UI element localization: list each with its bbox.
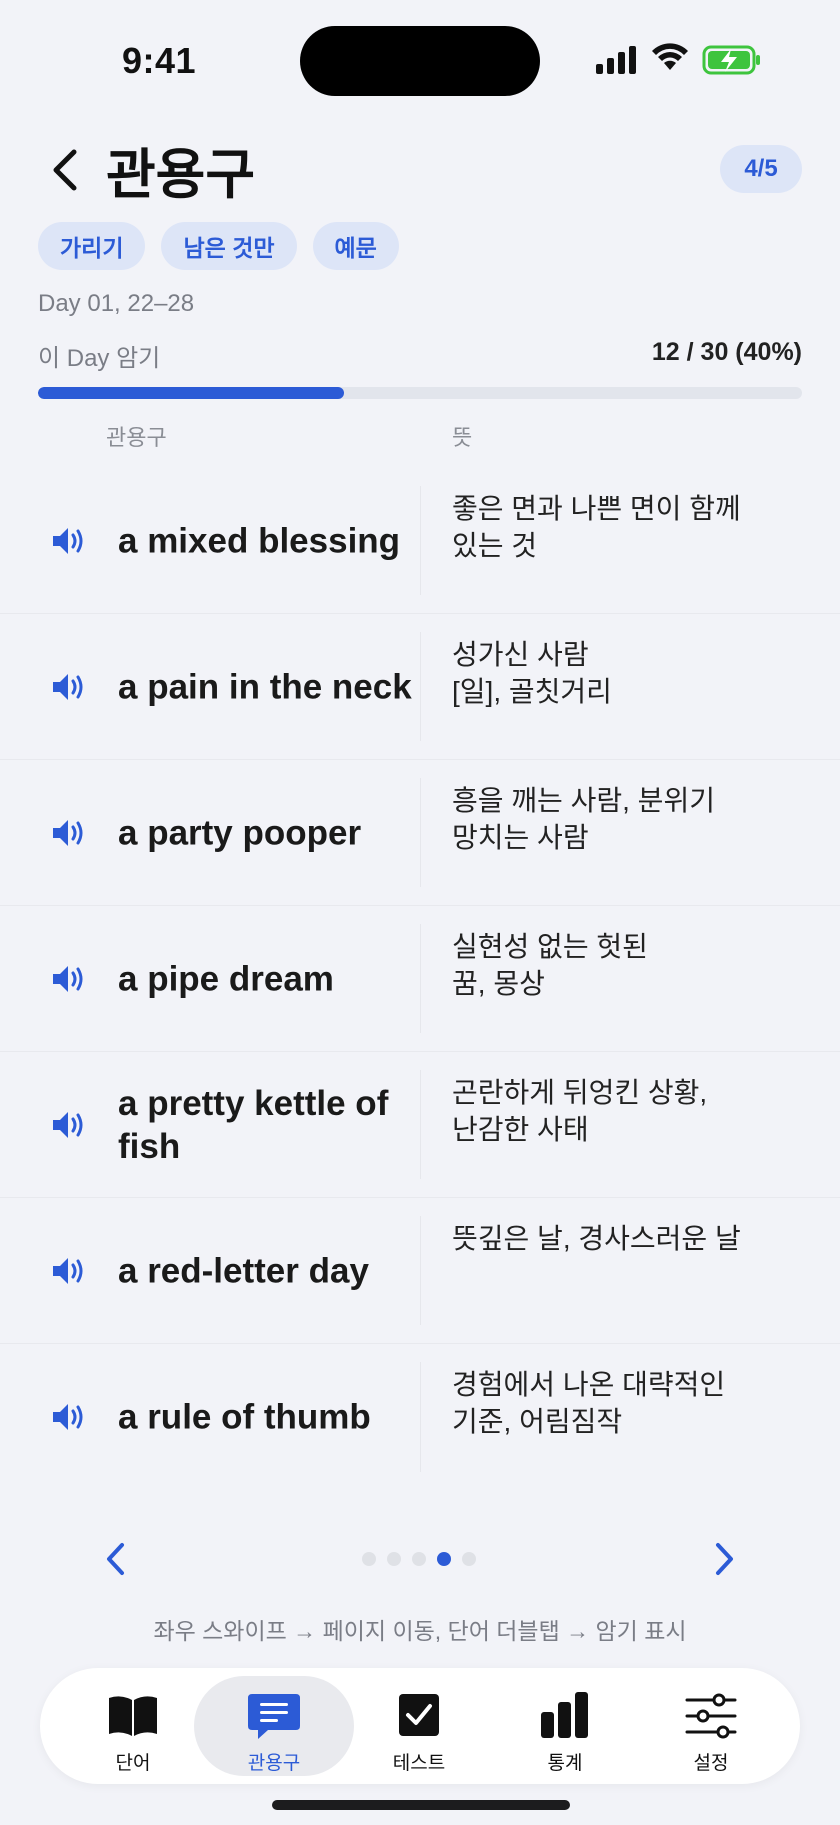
cellular-signal-icon bbox=[596, 46, 636, 74]
status-bar: 9:41 bbox=[0, 0, 840, 110]
speaker-icon[interactable] bbox=[50, 523, 86, 559]
speaker-icon[interactable] bbox=[50, 1253, 86, 1289]
list-item: a pretty kettle of fish 곤란하게 뒤엉킨 상황, 난감한… bbox=[0, 1052, 840, 1198]
phrase-text[interactable]: a pretty kettle of fish bbox=[118, 1082, 418, 1168]
page-dot[interactable] bbox=[387, 1552, 401, 1566]
sliders-icon bbox=[685, 1693, 737, 1739]
meaning-text: 흥을 깨는 사람, 분위기 망치는 사람 bbox=[452, 785, 715, 853]
list-item: a mixed blessing 좋은 면과 나쁜 면이 함께 있는 것 bbox=[0, 468, 840, 614]
back-button[interactable] bbox=[44, 146, 84, 194]
column-headers: 관용구 뜻 bbox=[0, 420, 840, 460]
speaker-icon[interactable] bbox=[50, 669, 86, 705]
phrase-text[interactable]: a rule of thumb bbox=[118, 1396, 418, 1439]
gesture-hint: 좌우 스와이프 → 페이지 이동, 단어 더블탭 → 암기 표시 bbox=[153, 1618, 687, 1644]
tab-label: 관용구 bbox=[247, 1753, 301, 1774]
speaker-icon[interactable] bbox=[50, 815, 86, 851]
book-icon bbox=[109, 1696, 157, 1736]
tab-bar: 단어 관용구 테스트 통계 설정 bbox=[40, 1668, 800, 1784]
bar-chart-icon bbox=[541, 1692, 588, 1738]
tab-test[interactable]: 테스트 bbox=[344, 1676, 494, 1776]
hide-filter-chip[interactable]: 가리기 bbox=[38, 222, 146, 270]
meaning-text: 뜻깊은 날, 경사스러운 날 bbox=[452, 1223, 741, 1254]
meaning-text: 곤란하게 뒤엉킨 상황, 난감한 사태 bbox=[452, 1077, 708, 1145]
list-item: a pain in the neck 성가신 사람 [일], 골칫거리 bbox=[0, 614, 840, 760]
filter-chips: 가리기 남은 것만 예문 bbox=[38, 222, 399, 270]
list-item: a rule of thumb 경험에서 나온 대략적인 기준, 어림짐작 bbox=[0, 1344, 840, 1490]
page-dots bbox=[362, 1552, 476, 1566]
remaining-only-chip[interactable]: 남은 것만 bbox=[161, 222, 297, 270]
phrase-text[interactable]: a pipe dream bbox=[118, 957, 418, 1000]
column-divider bbox=[420, 924, 421, 1033]
dynamic-island bbox=[300, 26, 540, 96]
meaning-text: 성가신 사람 [일], 골칫거리 bbox=[452, 639, 612, 707]
list-item: a pipe dream 실현성 없는 헛된 꿈, 몽상 bbox=[0, 906, 840, 1052]
tab-idioms[interactable]: 관용구 bbox=[194, 1676, 354, 1776]
home-indicator bbox=[272, 1800, 570, 1810]
column-divider bbox=[420, 1070, 421, 1179]
meaning-text: 좋은 면과 나쁜 면이 함께 있는 것 bbox=[452, 493, 741, 561]
speaker-icon[interactable] bbox=[50, 961, 86, 997]
speaker-icon[interactable] bbox=[50, 1399, 86, 1435]
progress-bar bbox=[38, 387, 802, 399]
battery-charging-icon bbox=[702, 45, 760, 75]
phrase-text[interactable]: a red-letter day bbox=[118, 1249, 418, 1292]
page-title: 관용구 bbox=[106, 145, 256, 205]
next-page-button[interactable] bbox=[708, 1539, 740, 1579]
phrase-text[interactable]: a party pooper bbox=[118, 811, 418, 854]
wifi-icon bbox=[652, 43, 688, 70]
day-range-label: Day 01, 22–28 bbox=[38, 290, 195, 317]
list-item: a red-letter day 뜻깊은 날, 경사스러운 날 bbox=[0, 1198, 840, 1344]
tab-settings[interactable]: 설정 bbox=[636, 1676, 786, 1776]
tab-stats[interactable]: 통계 bbox=[490, 1676, 640, 1776]
status-time: 9:41 bbox=[122, 40, 197, 81]
phrase-text[interactable]: a pain in the neck bbox=[118, 665, 418, 708]
tab-label: 통계 bbox=[547, 1753, 583, 1774]
page-indicator-badge: 4/5 bbox=[720, 145, 802, 193]
progress-bar-fill bbox=[38, 387, 344, 399]
page-dot[interactable] bbox=[462, 1552, 476, 1566]
phrase-column-header: 관용구 bbox=[106, 425, 167, 450]
pager bbox=[0, 1535, 840, 1585]
phrase-text[interactable]: a mixed blessing bbox=[118, 519, 418, 562]
progress-value: 12 / 30 (40%) bbox=[651, 338, 802, 366]
example-sentence-chip[interactable]: 예문 bbox=[312, 222, 399, 270]
column-divider bbox=[420, 1362, 421, 1472]
page-dot[interactable] bbox=[412, 1552, 426, 1566]
column-divider bbox=[420, 778, 421, 887]
tab-label: 단어 bbox=[115, 1753, 151, 1774]
chat-bubble-icon bbox=[248, 1694, 300, 1739]
speaker-icon[interactable] bbox=[50, 1107, 86, 1143]
progress-label: 이 Day 암기 bbox=[38, 345, 161, 372]
page-dot[interactable] bbox=[437, 1552, 451, 1566]
column-divider bbox=[420, 1216, 421, 1325]
tab-label: 설정 bbox=[693, 1753, 729, 1774]
tab-words[interactable]: 단어 bbox=[58, 1676, 208, 1776]
previous-page-button[interactable] bbox=[100, 1539, 132, 1579]
tab-label: 테스트 bbox=[392, 1753, 446, 1774]
checkbox-icon bbox=[399, 1694, 439, 1736]
meaning-column-header: 뜻 bbox=[452, 425, 473, 450]
phrase-list: a mixed blessing 좋은 면과 나쁜 면이 함께 있는 것 a p… bbox=[0, 468, 840, 1490]
meaning-text: 실현성 없는 헛된 꿈, 몽상 bbox=[452, 931, 648, 999]
meaning-text: 경험에서 나온 대략적인 기준, 어림짐작 bbox=[452, 1369, 726, 1437]
column-divider bbox=[420, 486, 421, 595]
page-dot[interactable] bbox=[362, 1552, 376, 1566]
list-item: a party pooper 흥을 깨는 사람, 분위기 망치는 사람 bbox=[0, 760, 840, 906]
column-divider bbox=[420, 632, 421, 741]
